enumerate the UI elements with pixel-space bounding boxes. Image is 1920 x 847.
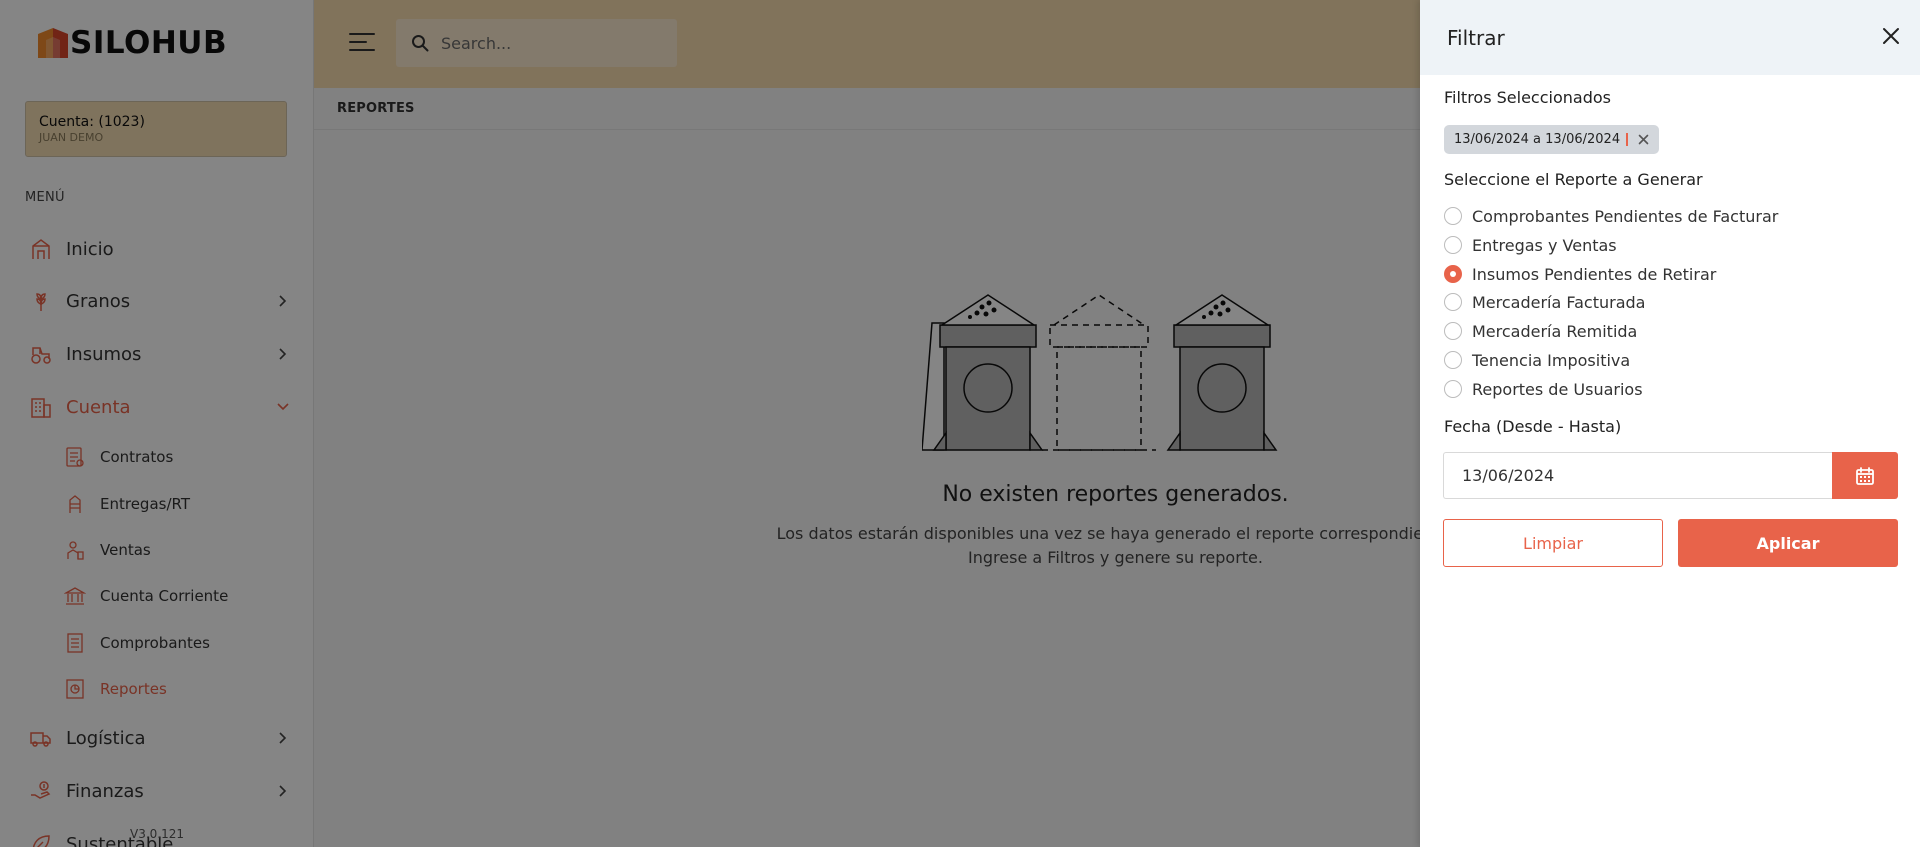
report-option-label: Comprobantes Pendientes de Facturar	[1472, 206, 1779, 226]
radio-button[interactable]	[1444, 351, 1462, 369]
report-option-label: Reportes de Usuarios	[1472, 379, 1643, 399]
selected-filter-chip: 13/06/2024 a 13/06/2024	[1444, 125, 1660, 154]
radio-button[interactable]	[1444, 380, 1462, 398]
radio-button[interactable]	[1444, 322, 1462, 340]
radio-button[interactable]	[1444, 293, 1462, 311]
report-option-tenencia-impositiva[interactable]: Tenencia Impositiva	[1444, 348, 1630, 372]
chip-remove-icon[interactable]	[1638, 134, 1649, 145]
report-option-reportes-usuarios[interactable]: Reportes de Usuarios	[1444, 377, 1643, 401]
filter-panel-title: Filtrar	[1447, 25, 1505, 50]
clear-button[interactable]: Limpiar	[1443, 519, 1663, 567]
report-select-label: Seleccione el Reporte a Generar	[1444, 170, 1703, 189]
apply-button[interactable]: Aplicar	[1678, 519, 1898, 567]
report-option-mercaderia-facturada[interactable]: Mercadería Facturada	[1444, 290, 1645, 314]
selected-filters-label: Filtros Seleccionados	[1444, 88, 1611, 107]
filter-panel: Filtrar Filtros Seleccionados 13/06/2024…	[1420, 0, 1920, 847]
date-range-label: Fecha (Desde - Hasta)	[1444, 417, 1622, 436]
radio-button[interactable]	[1444, 236, 1462, 254]
calendar-icon	[1856, 466, 1874, 485]
chip-separator	[1626, 133, 1629, 146]
report-option-mercaderia-remitida[interactable]: Mercadería Remitida	[1444, 319, 1637, 343]
radio-button[interactable]	[1444, 207, 1462, 225]
radio-button-checked[interactable]	[1444, 265, 1462, 283]
report-option-entregas-ventas[interactable]: Entregas y Ventas	[1444, 233, 1617, 257]
calendar-button[interactable]	[1832, 452, 1898, 499]
close-icon[interactable]	[1881, 26, 1901, 46]
chip-text: 13/06/2024 a 13/06/2024	[1454, 132, 1621, 147]
report-option-label: Tenencia Impositiva	[1472, 350, 1631, 370]
modal-backdrop[interactable]	[0, 0, 1420, 847]
report-option-label: Mercadería Facturada	[1472, 292, 1646, 312]
filter-panel-header: Filtrar	[1420, 0, 1920, 75]
report-option-insumos-pendientes[interactable]: Insumos Pendientes de Retirar	[1444, 262, 1716, 286]
report-option-label: Entregas y Ventas	[1472, 235, 1617, 255]
report-option-label: Mercadería Remitida	[1472, 321, 1638, 341]
report-option-label: Insumos Pendientes de Retirar	[1472, 264, 1717, 284]
report-option-comprobantes-pendientes[interactable]: Comprobantes Pendientes de Facturar	[1444, 204, 1778, 228]
date-range-input[interactable]	[1443, 452, 1832, 499]
